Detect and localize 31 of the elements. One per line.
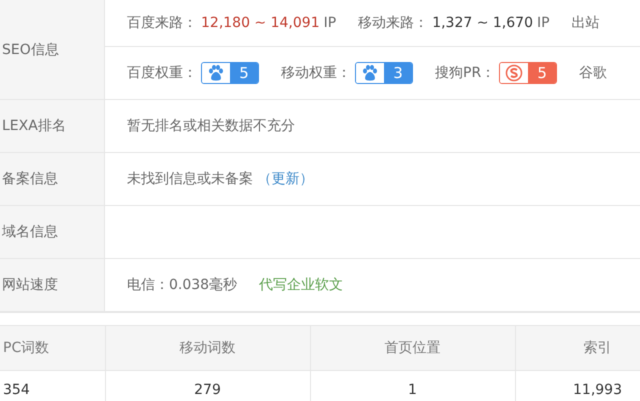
- traffic-value: 12,180 ~ 14,091: [201, 15, 320, 31]
- rank-badge: 5: [499, 62, 558, 84]
- column-header: 索引: [515, 326, 640, 370]
- row-label: SEO信息: [0, 0, 105, 100]
- row-label: LEXA排名: [0, 100, 105, 153]
- row-value: 电信：0.038毫秒: [127, 277, 238, 293]
- row-label: 域名信息: [0, 206, 105, 259]
- column-header: 首页位置: [310, 326, 515, 370]
- field-label: 百度权重：: [127, 64, 197, 82]
- traffic-value: 1,327 ~ 1,670: [432, 15, 533, 31]
- field-label: 百度来路：: [127, 14, 197, 32]
- paw-icon: [207, 64, 225, 82]
- field-label: 出站: [572, 14, 600, 32]
- field-label: 搜狗PR：: [435, 64, 496, 82]
- field-label: 移动来路：: [358, 14, 428, 32]
- column-header: 移动词数: [105, 326, 310, 370]
- row-label: 备案信息: [0, 153, 105, 206]
- rank-badge: 5: [201, 62, 259, 84]
- field-label: 谷歌: [579, 64, 608, 82]
- rank-badge: 3: [355, 62, 413, 84]
- row-value: 未找到信息或未备案: [127, 171, 253, 187]
- field-label: 移动权重：: [281, 64, 351, 82]
- promo-link[interactable]: 代写企业软文: [259, 276, 344, 294]
- row-value: 暂无排名或相关数据不充分: [127, 118, 295, 134]
- update-link[interactable]: （更新）: [257, 171, 314, 187]
- unit-label: IP: [536, 15, 550, 31]
- unit-label: IP: [324, 15, 336, 31]
- column-header: PC词数: [0, 326, 105, 370]
- row-label: 网站速度: [0, 259, 105, 312]
- sogou-icon: [505, 64, 524, 82]
- paw-icon: [361, 64, 379, 82]
